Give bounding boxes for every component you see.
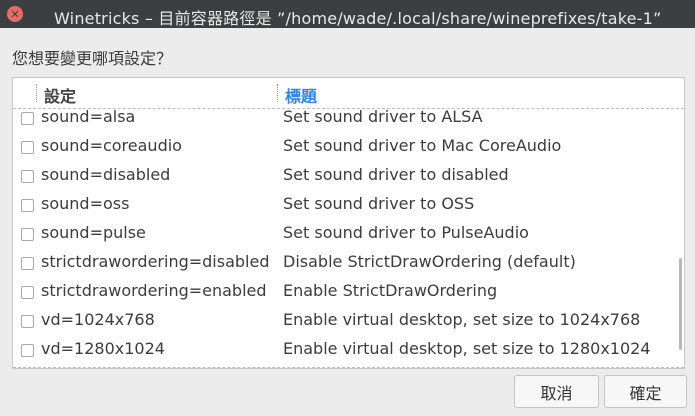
list-row[interactable]: sound=oss Set sound driver to OSS bbox=[13, 191, 684, 220]
row-setting: sound=coreaudio bbox=[41, 136, 182, 155]
title-bar: ✕ Winetricks – 目前容器路徑是 ”/home/wade/.loca… bbox=[0, 0, 695, 28]
row-title: Disable StrictDrawOrdering (default) bbox=[283, 252, 576, 271]
row-title: Enable StrictDrawOrdering bbox=[283, 281, 498, 300]
row-title: Enable virtual desktop, set size to 1280… bbox=[283, 339, 651, 358]
row-setting: sound=oss bbox=[41, 194, 130, 213]
row-setting: sound=pulse bbox=[41, 223, 146, 242]
list-row[interactable]: strictdrawordering=enabled Enable Strict… bbox=[13, 278, 684, 307]
settings-list[interactable]: 設定 標題 sound=alsa Set sound driver to ALS… bbox=[12, 77, 685, 369]
cancel-button[interactable]: 取消 bbox=[514, 375, 599, 408]
checkbox[interactable] bbox=[21, 315, 34, 328]
column-separator[interactable] bbox=[277, 84, 279, 102]
checkbox[interactable] bbox=[21, 199, 34, 212]
row-title: Set sound driver to ALSA bbox=[283, 107, 483, 126]
column-separator[interactable] bbox=[36, 84, 38, 102]
list-rows: sound=alsa Set sound driver to ALSA soun… bbox=[13, 104, 684, 365]
row-title: Enable virtual desktop, set size to 1024… bbox=[283, 310, 641, 329]
list-row[interactable]: sound=disabled Set sound driver to disab… bbox=[13, 162, 684, 191]
row-setting: vd=1280x1024 bbox=[41, 339, 165, 358]
row-title: Set sound driver to OSS bbox=[283, 194, 475, 213]
window-title: Winetricks – 目前容器路徑是 ”/home/wade/.local/… bbox=[54, 9, 662, 28]
checkbox[interactable] bbox=[21, 257, 34, 270]
close-icon: ✕ bbox=[10, 7, 20, 21]
checkbox[interactable] bbox=[21, 170, 34, 183]
list-row[interactable]: sound=coreaudio Set sound driver to Mac … bbox=[13, 133, 684, 162]
list-row[interactable]: sound=alsa Set sound driver to ALSA bbox=[13, 104, 684, 133]
list-row[interactable]: sound=pulse Set sound driver to PulseAud… bbox=[13, 220, 684, 249]
close-button[interactable]: ✕ bbox=[7, 6, 23, 22]
list-row[interactable]: vd=1280x1024 Enable virtual desktop, set… bbox=[13, 336, 684, 365]
row-setting: strictdrawordering=disabled bbox=[41, 252, 270, 271]
prompt-label: 您想要變更哪項設定？ bbox=[12, 49, 173, 68]
row-title: Set sound driver to Mac CoreAudio bbox=[283, 136, 562, 155]
ok-button[interactable]: 確定 bbox=[604, 375, 687, 408]
list-row[interactable]: strictdrawordering=disabled Disable Stri… bbox=[13, 249, 684, 278]
vertical-scrollbar[interactable] bbox=[679, 258, 682, 350]
list-row[interactable]: vd=1024x768 Enable virtual desktop, set … bbox=[13, 307, 684, 336]
row-title: Set sound driver to disabled bbox=[283, 165, 509, 184]
row-setting: sound=alsa bbox=[41, 107, 136, 126]
checkbox[interactable] bbox=[21, 141, 34, 154]
row-title: Set sound driver to PulseAudio bbox=[283, 223, 529, 242]
row-setting: vd=1024x768 bbox=[41, 310, 155, 329]
row-setting: sound=disabled bbox=[41, 165, 171, 184]
checkbox[interactable] bbox=[21, 228, 34, 241]
checkbox[interactable] bbox=[21, 112, 34, 125]
list-bottom-border bbox=[13, 367, 684, 368]
checkbox[interactable] bbox=[21, 286, 34, 299]
row-setting: strictdrawordering=enabled bbox=[41, 281, 267, 300]
checkbox[interactable] bbox=[21, 344, 34, 357]
